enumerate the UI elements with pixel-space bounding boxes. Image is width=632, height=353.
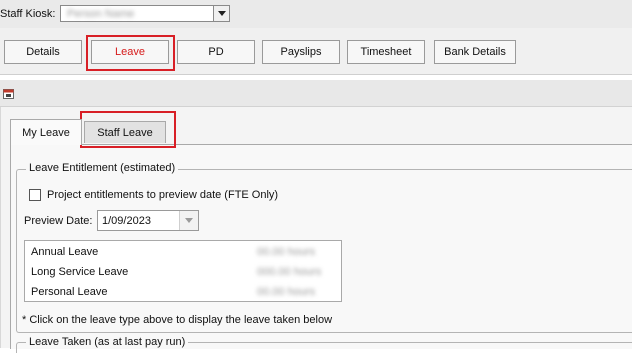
nav-bank-details-button[interactable]: Bank Details — [434, 40, 516, 64]
nav-timesheet-button[interactable]: Timesheet — [347, 40, 425, 64]
leave-footnote: * Click on the leave type above to displ… — [22, 314, 333, 326]
calendar-icon[interactable] — [3, 89, 14, 99]
leave-type-row[interactable]: Personal Leave 00.00 hours — [25, 282, 341, 302]
preview-date-value: 1/09/2023 — [102, 215, 151, 227]
preview-date-label: Preview Date: — [24, 215, 93, 227]
leave-type-name: Personal Leave — [31, 286, 108, 298]
staff-kiosk-bar: Staff Kiosk: Person Name — [0, 0, 632, 29]
leave-type-row[interactable]: Long Service Leave 000.00 hours — [25, 262, 341, 282]
leave-types-list: Annual Leave 00.00 hours Long Service Le… — [24, 240, 342, 302]
project-entitlements-label[interactable]: Project entitlements to preview date (FT… — [47, 189, 278, 201]
tab-staff-leave[interactable]: Staff Leave — [84, 121, 166, 143]
nav-leave-button[interactable]: Leave — [91, 40, 169, 64]
leave-type-value: 00.00 hours — [257, 246, 316, 258]
leave-entitlement-title: Leave Entitlement (estimated) — [26, 162, 179, 174]
leave-type-name: Long Service Leave — [31, 266, 129, 278]
nav-payslips-button[interactable]: Payslips — [262, 40, 340, 64]
chevron-down-icon[interactable] — [213, 6, 229, 21]
staff-kiosk-select[interactable]: Person Name — [60, 5, 230, 22]
nav-pd-button[interactable]: PD — [177, 40, 255, 64]
leave-taken-title: Leave Taken (as at last pay run) — [26, 336, 189, 348]
chevron-down-icon[interactable] — [179, 211, 198, 230]
kiosk-nav: Details Leave PD Payslips Timesheet Bank… — [0, 28, 632, 75]
nav-details-button[interactable]: Details — [4, 40, 82, 64]
leave-type-name: Annual Leave — [31, 246, 99, 258]
leave-type-row[interactable]: Annual Leave 00.00 hours — [25, 242, 341, 262]
preview-date-field[interactable]: 1/09/2023 — [97, 210, 199, 231]
leave-type-value: 000.00 hours — [257, 266, 322, 278]
staff-kiosk-value: Person Name — [67, 8, 135, 20]
panel-toolbar — [0, 80, 632, 107]
staff-kiosk-label: Staff Kiosk: — [0, 8, 56, 20]
tab-my-leave[interactable]: My Leave — [10, 119, 82, 145]
project-entitlements-checkbox[interactable] — [29, 189, 41, 201]
leave-type-value: 00.00 hours — [257, 286, 316, 298]
